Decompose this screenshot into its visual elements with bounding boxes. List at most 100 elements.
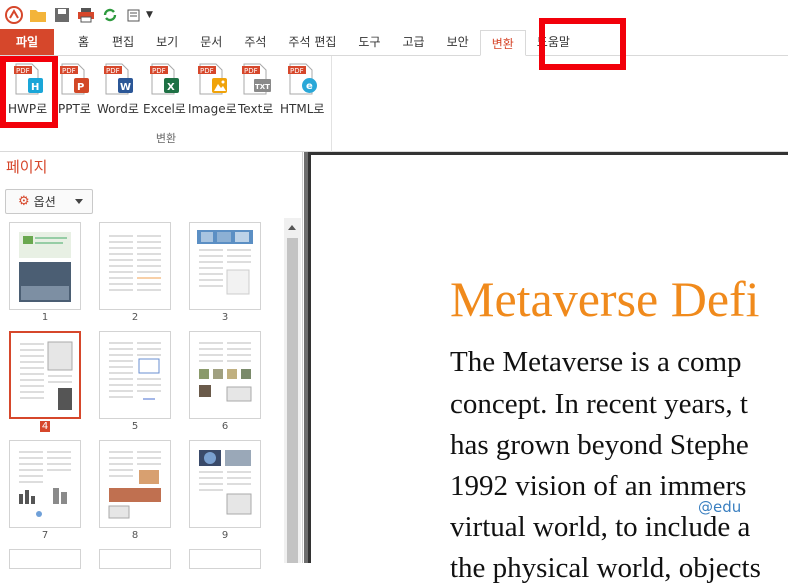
tab-comment-edit[interactable]: 주석 편집 xyxy=(277,29,347,55)
text-badge: TXT xyxy=(255,83,270,91)
scroll-up-arrow-icon[interactable] xyxy=(288,225,296,230)
page-thumbnail[interactable] xyxy=(9,440,81,528)
excel-badge: X xyxy=(167,82,175,93)
pdf-to-text-icon: PDF TXT xyxy=(240,62,272,96)
thumbnail-preview xyxy=(13,444,77,524)
page-setup-icon[interactable] xyxy=(124,5,144,25)
page-number: 1 xyxy=(41,312,49,323)
print-icon[interactable] xyxy=(76,5,96,25)
document-text-line: concept. In recent years, t xyxy=(450,388,748,420)
page-thumbnail[interactable] xyxy=(99,331,171,419)
thumbnail-preview xyxy=(193,444,257,524)
options-label: 옵션 xyxy=(33,195,56,209)
refresh-icon[interactable] xyxy=(100,5,120,25)
page-thumbnail[interactable] xyxy=(99,222,171,310)
open-folder-icon[interactable] xyxy=(28,5,48,25)
thumbnail-preview xyxy=(193,226,257,306)
pdf-label: PDF xyxy=(62,67,76,75)
tab-document[interactable]: 문서 xyxy=(189,29,233,55)
tab-comment[interactable]: 주석 xyxy=(233,29,277,55)
to-html-label: HTML로 xyxy=(280,102,325,116)
document-text-line: The Metaverse is a comp xyxy=(450,346,742,378)
highlight-box-hwp-button xyxy=(0,56,58,128)
page-thumbnail[interactable] xyxy=(9,222,81,310)
options-dropdown-button[interactable]: ⚙ 옵션 xyxy=(5,189,93,214)
pages-panel-title: 페이지 xyxy=(6,158,48,176)
page-thumbnail[interactable] xyxy=(189,222,261,310)
page-thumbnail[interactable] xyxy=(99,549,171,569)
watermark-text: @edu xyxy=(698,498,742,516)
to-html-button[interactable]: PDF e HTML로 xyxy=(280,62,324,120)
to-word-label: Word로 xyxy=(97,102,139,116)
page-number: 5 xyxy=(131,421,139,432)
document-viewer[interactable]: Metaverse Defi The Metaverse is a comp c… xyxy=(304,152,788,584)
to-text-label: Text로 xyxy=(238,102,274,116)
pdf-label: PDF xyxy=(200,67,214,75)
page-thumbnail-grid: 1 2 3 4 5 6 7 8 9 xyxy=(0,218,284,569)
document-text-line: the physical world, objects xyxy=(450,552,761,584)
thumbnail-preview xyxy=(13,226,77,306)
thumbnail-preview xyxy=(193,335,257,415)
pdf-to-html-icon: PDF e xyxy=(286,62,318,96)
page-thumbnail[interactable] xyxy=(99,440,171,528)
tab-edit[interactable]: 편집 xyxy=(101,29,145,55)
document-page[interactable]: Metaverse Defi The Metaverse is a comp c… xyxy=(308,152,788,584)
tab-file[interactable]: 파일 xyxy=(0,29,54,55)
tab-advanced[interactable]: 고급 xyxy=(392,29,436,55)
page-thumbnail-selected[interactable] xyxy=(9,331,81,419)
to-word-button[interactable]: PDF W Word로 xyxy=(97,62,139,120)
to-image-label: Image로 xyxy=(188,102,237,116)
pages-panel: 페이지 ⚙ 옵션 1 2 3 4 5 6 7 8 9 xyxy=(0,152,303,569)
tab-tools[interactable]: 도구 xyxy=(347,29,391,55)
to-excel-button[interactable]: PDF X Excel로 xyxy=(143,62,186,120)
pdf-label: PDF xyxy=(152,67,166,75)
to-ppt-button[interactable]: PDF P PPT로 xyxy=(58,62,91,120)
scrollbar-thumb[interactable] xyxy=(287,238,298,563)
page-number: 2 xyxy=(131,312,139,323)
ribbon-tabs: 파일 홈 편집 보기 문서 주석 주석 편집 도구 고급 보안 변환 도움말 xyxy=(0,29,788,56)
pdf-to-image-icon: PDF xyxy=(196,62,228,96)
thumbnail-scrollbar[interactable] xyxy=(284,218,301,563)
customize-toolbar-dropdown-icon[interactable]: ▼ xyxy=(146,10,153,20)
tab-security[interactable]: 보안 xyxy=(436,29,480,55)
pdf-to-excel-icon: PDF X xyxy=(148,62,180,96)
page-number: 8 xyxy=(131,530,139,541)
app-logo-icon[interactable] xyxy=(4,5,24,25)
thumbnail-preview xyxy=(103,335,167,415)
quick-access-toolbar: ▼ xyxy=(0,0,788,30)
page-number: 9 xyxy=(221,530,229,541)
to-text-button[interactable]: PDF TXT Text로 xyxy=(238,62,273,120)
thumbnail-preview xyxy=(103,226,167,306)
convert-group-label: 변환 xyxy=(155,132,177,145)
ppt-badge: P xyxy=(77,82,84,93)
to-excel-label: Excel로 xyxy=(143,102,186,116)
page-number-selected-text: 4 xyxy=(39,421,51,432)
page-thumbnail[interactable] xyxy=(189,440,261,528)
page-thumbnail[interactable] xyxy=(189,549,261,569)
save-icon[interactable] xyxy=(52,5,72,25)
thumbnail-preview xyxy=(14,336,76,414)
page-number-selected: 4 xyxy=(9,421,81,432)
chevron-down-icon xyxy=(75,199,83,204)
pdf-label: PDF xyxy=(244,67,258,75)
page-thumbnail[interactable] xyxy=(189,331,261,419)
to-ppt-label: PPT로 xyxy=(58,102,91,116)
pdf-to-ppt-icon: PDF P xyxy=(58,62,90,96)
tab-view[interactable]: 보기 xyxy=(145,29,189,55)
thumbnail-preview xyxy=(103,444,167,524)
word-badge: W xyxy=(120,82,131,93)
page-number: 6 xyxy=(221,421,229,432)
page-thumbnail[interactable] xyxy=(9,549,81,569)
tab-home[interactable]: 홈 xyxy=(54,29,101,55)
document-text-line: has grown beyond Stephe xyxy=(450,429,749,461)
page-number: 3 xyxy=(221,312,229,323)
tab-convert[interactable]: 변환 xyxy=(479,30,526,56)
pdf-label: PDF xyxy=(290,67,304,75)
document-heading: Metaverse Defi xyxy=(450,271,760,327)
html-badge: e xyxy=(306,81,313,92)
page-number: 7 xyxy=(41,530,49,541)
pdf-to-word-icon: PDF W xyxy=(102,62,134,96)
pdf-label: PDF xyxy=(106,67,120,75)
highlight-box-convert-tab xyxy=(539,18,626,70)
to-image-button[interactable]: PDF Image로 xyxy=(188,62,237,120)
